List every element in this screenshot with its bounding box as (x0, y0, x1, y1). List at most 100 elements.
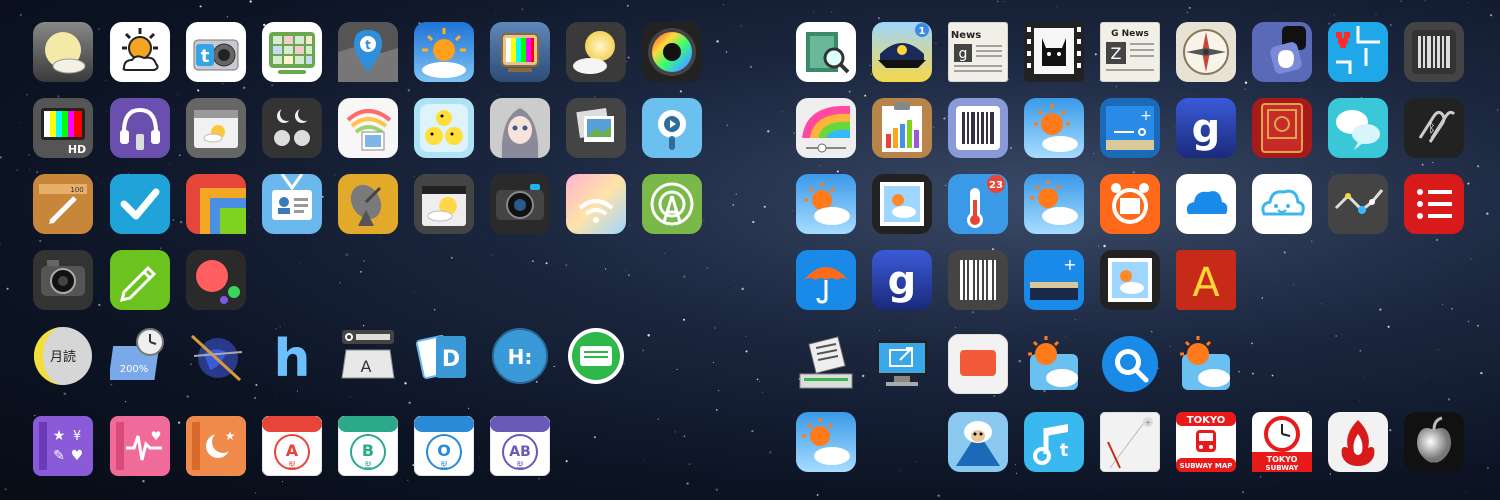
red-book-app-icon[interactable] (1252, 98, 1312, 158)
layered-colors-app-icon[interactable] (186, 174, 246, 234)
svg-text:★: ★ (225, 429, 236, 443)
smiling-cloud-app-icon[interactable] (1252, 174, 1312, 234)
cut-text-app-icon[interactable]: A (338, 326, 398, 386)
book-search-app-icon[interactable] (796, 22, 856, 82)
svg-text:200%: 200% (120, 364, 149, 375)
checkmark-todo-app-icon[interactable] (110, 174, 170, 234)
sun-cloud-dark-app-icon[interactable] (566, 22, 626, 82)
purple-notebook-app-icon[interactable]: ★ ¥ ✎ ♥ (33, 416, 93, 476)
svg-text:t: t (365, 38, 371, 52)
svg-text:✎: ✎ (53, 448, 65, 464)
rainbow-camera-lens-app-icon[interactable] (642, 22, 702, 82)
dictionary-a-app-icon[interactable]: A (1176, 250, 1236, 310)
chat-bubbles-app-icon[interactable] (1328, 98, 1388, 158)
tokyo-subway-clock-app-icon[interactable]: TOKYO SUBWAY (1252, 412, 1312, 472)
dark-camera-app-icon[interactable] (490, 174, 550, 234)
twitter-music-app-icon[interactable]: t (1024, 412, 1084, 472)
sun-cloud-weather-app-icon[interactable] (796, 174, 856, 234)
h-colon-app-icon[interactable]: H: (490, 326, 550, 386)
g-dictionary-app-icon[interactable]: g (1176, 98, 1236, 158)
document-scanner-app-icon[interactable] (796, 334, 856, 394)
apple-folder-app-icon[interactable] (1252, 22, 1312, 82)
id-card-app-icon[interactable] (262, 174, 322, 234)
silver-apple-app-icon[interactable] (1404, 412, 1464, 472)
cards-d-app-icon[interactable]: D (414, 326, 474, 386)
twitter-map-pin-app-icon[interactable]: t (338, 22, 398, 82)
red-flame-emblem-app-icon[interactable] (1328, 412, 1388, 472)
compass-app-icon[interactable] (1176, 22, 1236, 82)
color-fan-slider-app-icon[interactable] (796, 98, 856, 158)
blue-book-plus-app-icon[interactable]: + (1100, 98, 1160, 158)
circles-app-icon[interactable] (186, 250, 246, 310)
sun-cloud-bottom-app-icon[interactable] (796, 412, 856, 472)
sheep-play-app-icon[interactable] (948, 412, 1008, 472)
barcode-grey-app-icon[interactable] (948, 250, 1008, 310)
headphones-app-icon[interactable] (110, 98, 170, 158)
wallet-pen-app-icon[interactable]: 100 (33, 174, 93, 234)
satellite-dish-app-icon[interactable] (338, 174, 398, 234)
sun-cloud-outline-app-icon[interactable] (110, 22, 170, 82)
svg-text:g: g (888, 258, 917, 304)
retro-camera-app-icon[interactable] (33, 250, 93, 310)
umbrella-app-icon[interactable] (796, 250, 856, 310)
pencil-note-app-icon[interactable]: + (1100, 412, 1160, 472)
photo-stack-app-icon[interactable] (566, 98, 626, 158)
barcode-dark-app-icon[interactable] (1404, 22, 1464, 82)
moon-cloud-weather-app-icon[interactable] (33, 22, 93, 82)
moon-star-notebook-app-icon[interactable]: ★ (186, 416, 246, 476)
alarm-clock-app-icon[interactable] (1100, 174, 1160, 234)
sun-cloud-small-app-icon[interactable] (1176, 334, 1236, 394)
svg-text:TOKYO: TOKYO (1267, 455, 1298, 464)
moon-phases-app-icon[interactable] (262, 98, 322, 158)
wifi-photos-pastel-app-icon[interactable] (566, 174, 626, 234)
globe-orbit-app-icon[interactable] (186, 326, 246, 386)
weather-calendar-app-icon[interactable] (186, 98, 246, 158)
barcode-blue-app-icon[interactable] (948, 98, 1008, 158)
cloud-storage-app-icon[interactable] (1176, 174, 1236, 234)
blood-type-b-app-icon[interactable]: B 型 (338, 416, 398, 476)
sun-cloud-sky-app-icon[interactable] (1024, 98, 1084, 158)
heartbeat-notebook-app-icon[interactable]: ♥ (110, 416, 170, 476)
photo-frame-dark-app-icon[interactable] (872, 174, 932, 234)
pointer-button-app-icon[interactable] (642, 98, 702, 158)
clock-magnify-app-icon[interactable]: 200% (110, 326, 170, 386)
tv-schedule-app-icon[interactable] (262, 22, 322, 82)
blue-book-add-app-icon[interactable]: + (1024, 250, 1084, 310)
sun-cloud-widget-app-icon[interactable] (1024, 334, 1084, 394)
red-list-app-icon[interactable] (1404, 174, 1464, 234)
svg-text:g: g (1192, 106, 1221, 152)
wifi-photo-app-icon[interactable] (338, 98, 398, 158)
broadcast-tower-app-icon[interactable] (642, 174, 702, 234)
g-dictionary-dark-app-icon[interactable]: g (872, 250, 932, 310)
g-news-paper-app-icon[interactable]: G News Z (1100, 22, 1160, 82)
blood-type-o-app-icon[interactable]: O 型 (414, 416, 474, 476)
h-logo-app-icon[interactable]: h (262, 326, 322, 386)
chicks-app-icon[interactable] (414, 98, 474, 158)
paperclip-bluetooth-app-icon[interactable]: ᛒ (1404, 98, 1464, 158)
pixel-map-app-icon[interactable] (1328, 22, 1388, 82)
line-graph-app-icon[interactable] (1328, 174, 1388, 234)
monitor-share-app-icon[interactable] (872, 334, 932, 394)
red-button-app-icon[interactable] (948, 334, 1008, 394)
photo-frame-app-icon[interactable] (1100, 250, 1160, 310)
weather-calendar-dark-app-icon[interactable] (414, 174, 474, 234)
newspaper-app-icon[interactable]: News g (948, 22, 1008, 82)
tsukuyomi-moon-app-icon[interactable]: 月読 (33, 326, 93, 386)
twitter-camera-app-icon[interactable]: t (186, 22, 246, 82)
green-message-app-icon[interactable] (566, 326, 626, 386)
blood-type-a-app-icon[interactable]: A 型 (262, 416, 322, 476)
clipboard-chart-app-icon[interactable] (872, 98, 932, 158)
anime-girl-app-icon[interactable] (490, 98, 550, 158)
hd-tv-app-icon[interactable]: HD (33, 98, 93, 158)
blood-type-ab-app-icon[interactable]: AB 型 (490, 416, 550, 476)
green-pencil-app-icon[interactable] (110, 250, 170, 310)
sun-blue-sky-app-icon[interactable] (414, 22, 474, 82)
sun-cloud-forecast-app-icon[interactable] (1024, 174, 1084, 234)
retro-tv-app-icon[interactable] (490, 22, 550, 82)
svg-text:100: 100 (70, 186, 83, 194)
tokyo-subway-map-app-icon[interactable]: TOKYO SUBWAY MAP (1176, 412, 1236, 472)
thermometer-app-icon[interactable]: 23 (948, 174, 1008, 234)
police-cap-app-icon[interactable]: 1 (872, 22, 932, 82)
cat-filmstrip-app-icon[interactable] (1024, 22, 1084, 82)
magnifier-app-icon[interactable] (1100, 334, 1160, 394)
